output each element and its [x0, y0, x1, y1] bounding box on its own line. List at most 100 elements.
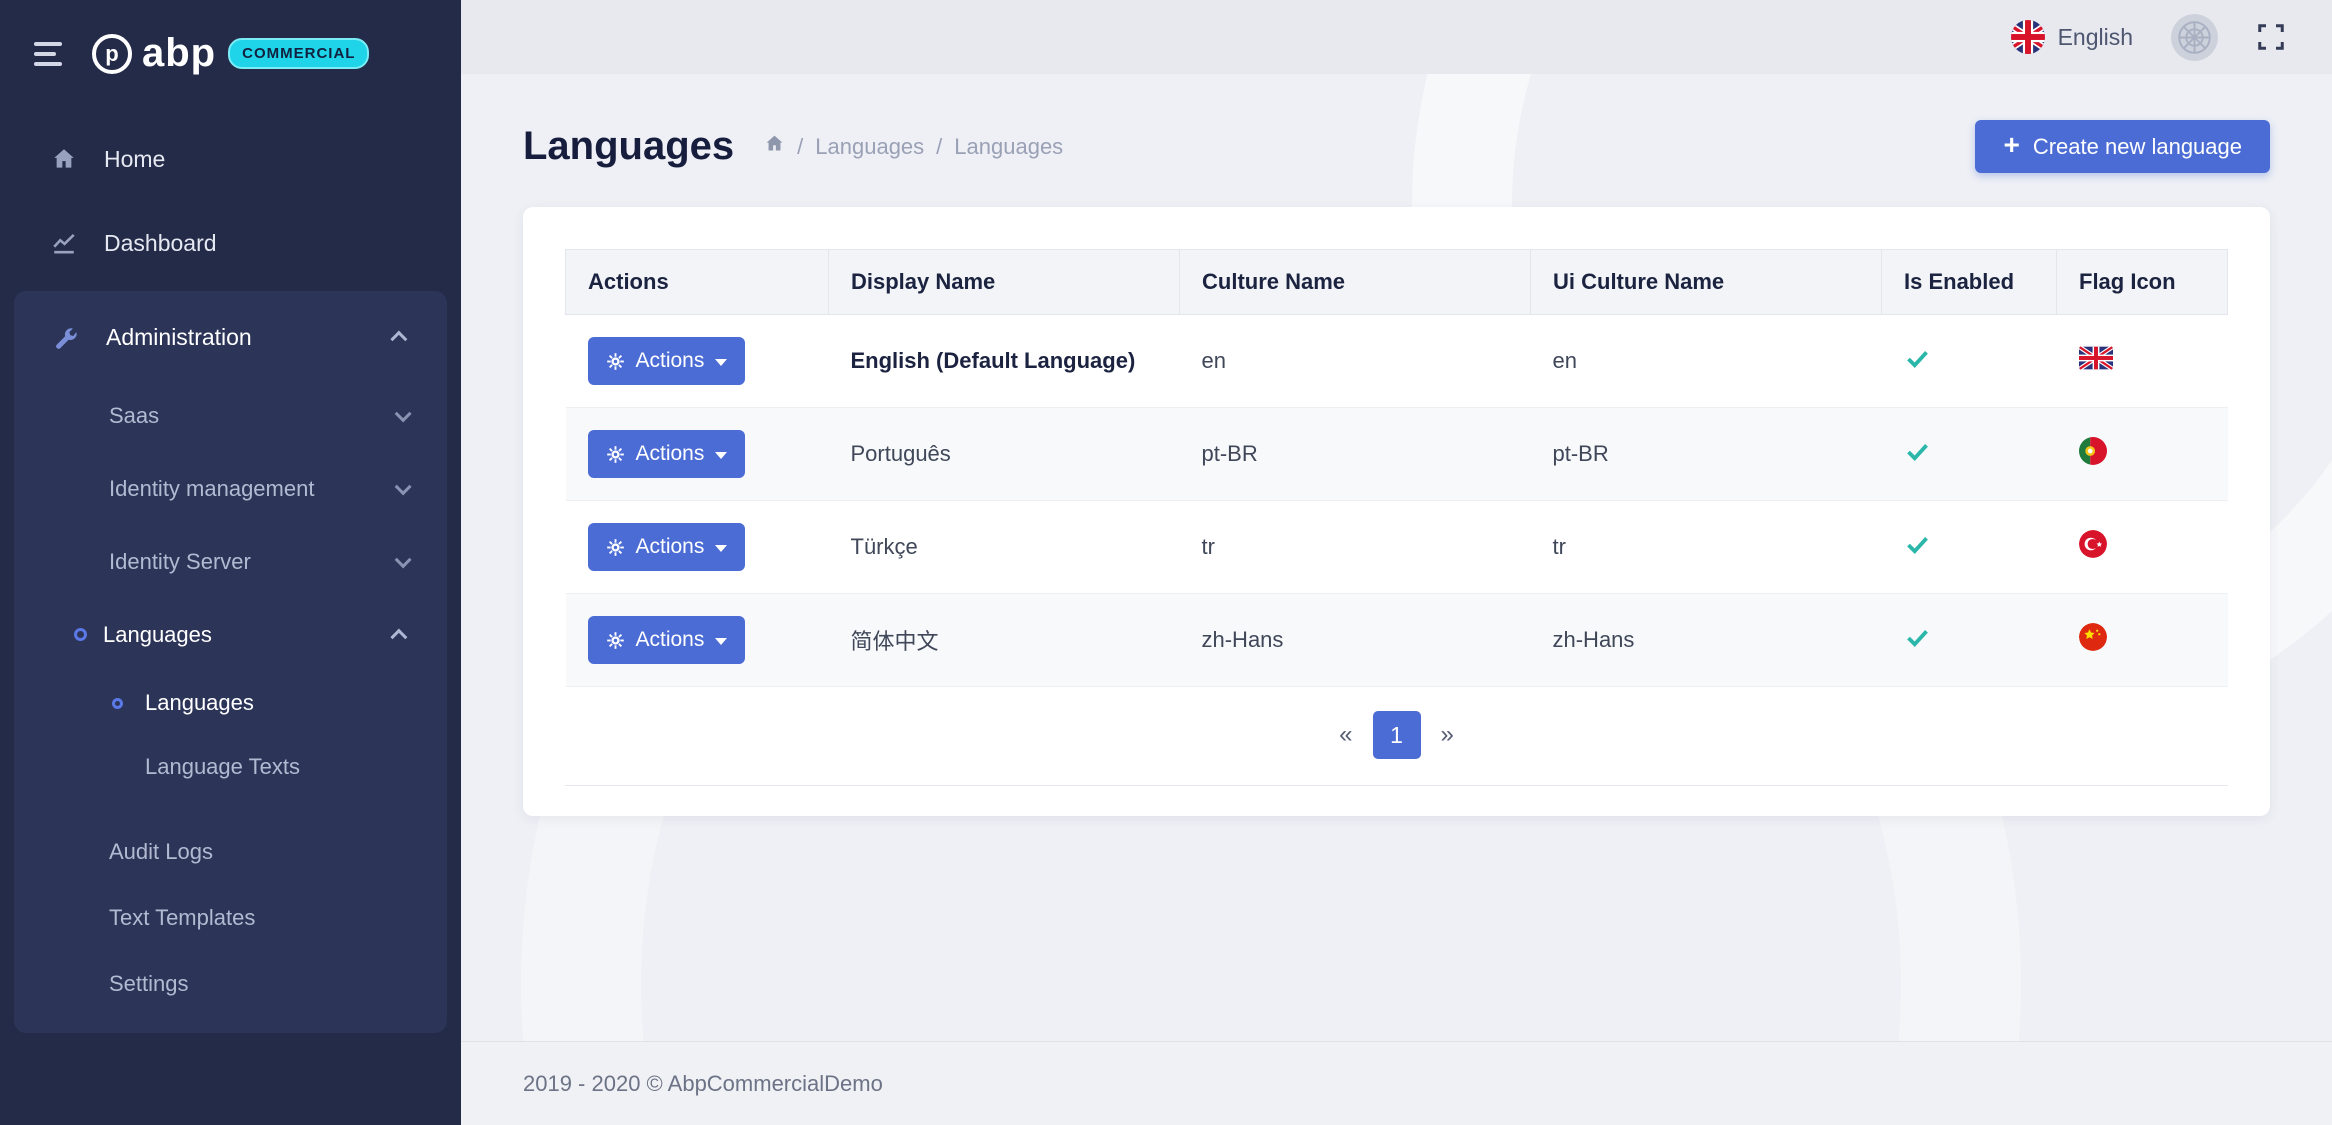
culture-name-cell: zh-Hans — [1180, 594, 1531, 687]
pagination-page-1[interactable]: 1 — [1373, 711, 1421, 759]
table-row: Actions Türkçe tr tr — [566, 501, 2228, 594]
sidebar-item-settings[interactable]: Settings — [14, 951, 447, 1017]
sidebar-item-label: Identity Server — [109, 549, 251, 575]
is-enabled-cell — [1882, 315, 2057, 408]
breadcrumb-home-icon[interactable] — [764, 133, 785, 160]
sidebar-item-label: Identity management — [109, 476, 314, 502]
topbar: English — [461, 0, 2332, 74]
sidebar-item-languages[interactable]: Languages — [14, 598, 447, 671]
sidebar-item-identity-server[interactable]: Identity Server — [14, 525, 447, 598]
gear-icon — [606, 538, 625, 557]
display-name-cell: 简体中文 — [829, 594, 1180, 687]
breadcrumb-item[interactable]: Languages — [815, 134, 924, 160]
sidebar-item-label: Settings — [109, 971, 189, 997]
ui-culture-name-cell: zh-Hans — [1531, 594, 1882, 687]
sidebar: p abp COMMERCIAL Home Dashboard Administ… — [0, 0, 461, 1125]
page-header: Languages / Languages / Languages + Crea… — [523, 120, 2270, 173]
fullscreen-icon[interactable] — [2256, 22, 2286, 52]
column-header-culture-name: Culture Name — [1180, 250, 1531, 315]
footer: 2019 - 2020 © AbpCommercialDemo — [461, 1041, 2332, 1125]
language-selector[interactable]: English — [2011, 20, 2133, 54]
dashboard-icon — [50, 230, 78, 256]
column-header-actions: Actions — [566, 250, 829, 315]
sidebar-item-identity-management[interactable]: Identity management — [14, 452, 447, 525]
breadcrumb-separator: / — [936, 134, 942, 160]
sidebar-item-saas[interactable]: Saas — [14, 379, 447, 452]
sidebar-item-label: Languages — [145, 690, 254, 716]
display-name-cell: English (Default Language) — [851, 348, 1136, 373]
sidebar-item-label: Languages — [103, 622, 212, 648]
flag-cell — [2057, 315, 2228, 408]
sidebar-item-audit-logs[interactable]: Audit Logs — [14, 819, 447, 885]
check-icon — [1904, 531, 1931, 558]
abp-logo[interactable]: p abp COMMERCIAL — [92, 31, 369, 76]
actions-button[interactable]: Actions — [588, 337, 746, 385]
chevron-up-icon — [390, 331, 407, 348]
abp-logo-icon: p — [92, 34, 132, 74]
sidebar-item-languages-child[interactable]: Languages — [14, 671, 447, 735]
actions-button-label: Actions — [636, 349, 705, 373]
caret-down-icon — [715, 452, 727, 459]
chevron-down-icon — [395, 405, 412, 422]
sidebar-item-label: Text Templates — [109, 905, 255, 931]
portugal-flag-icon — [2079, 437, 2107, 465]
copyright-text: 2019 - 2020 © AbpCommercialDemo — [523, 1071, 883, 1097]
sidebar-menu: Home Dashboard Administration Saas Ident… — [0, 117, 461, 1033]
caret-down-icon — [715, 545, 727, 552]
pagination-prev[interactable]: « — [1323, 721, 1368, 749]
actions-button[interactable]: Actions — [588, 430, 746, 478]
sidebar-item-label: Administration — [106, 324, 252, 351]
sidebar-item-administration[interactable]: Administration — [14, 295, 447, 379]
table-row: Actions Português pt-BR pt-BR — [566, 408, 2228, 501]
culture-name-cell: en — [1180, 315, 1531, 408]
culture-name-cell: pt-BR — [1180, 408, 1531, 501]
user-avatar[interactable] — [2171, 14, 2218, 61]
active-bullet-icon — [112, 698, 123, 709]
is-enabled-cell — [1882, 501, 2057, 594]
turkey-flag-icon — [2079, 530, 2107, 558]
column-header-ui-culture-name: Ui Culture Name — [1531, 250, 1882, 315]
language-label: English — [2058, 24, 2133, 51]
sidebar-item-label: Home — [104, 146, 165, 173]
gear-icon — [606, 445, 625, 464]
column-header-display-name: Display Name — [829, 250, 1180, 315]
caret-down-icon — [715, 638, 727, 645]
sidebar-item-home[interactable]: Home — [0, 117, 461, 201]
table-row: Actions 简体中文 zh-Hans zh-Hans — [566, 594, 2228, 687]
chevron-down-icon — [395, 551, 412, 568]
breadcrumb-item[interactable]: Languages — [954, 134, 1063, 160]
ui-culture-name-cell: pt-BR — [1531, 408, 1882, 501]
breadcrumb: / Languages / Languages — [764, 133, 1063, 160]
sidebar-item-dashboard[interactable]: Dashboard — [0, 201, 461, 285]
check-icon — [1904, 624, 1931, 651]
chevron-up-icon — [390, 628, 407, 645]
display-name-cell: Português — [829, 408, 1180, 501]
actions-button[interactable]: Actions — [588, 523, 746, 571]
content-area: Languages / Languages / Languages + Crea… — [461, 74, 2332, 1041]
sidebar-item-label: Saas — [109, 403, 159, 429]
pagination: « 1 » — [565, 687, 2228, 786]
sidebar-header: p abp COMMERCIAL — [0, 0, 461, 107]
column-header-is-enabled: Is Enabled — [1882, 250, 2057, 315]
ui-culture-name-cell: tr — [1531, 501, 1882, 594]
actions-button-label: Actions — [636, 442, 705, 466]
ui-culture-name-cell: en — [1531, 315, 1882, 408]
actions-button[interactable]: Actions — [588, 616, 746, 664]
check-icon — [1904, 438, 1931, 465]
sidebar-item-language-texts[interactable]: Language Texts — [14, 735, 447, 799]
culture-name-cell: tr — [1180, 501, 1531, 594]
flag-cell — [2057, 408, 2228, 501]
flag-cell — [2057, 501, 2228, 594]
uk-flag-icon — [2079, 346, 2113, 370]
languages-table: Actions Display Name Culture Name Ui Cul… — [565, 249, 2228, 687]
pagination-next[interactable]: » — [1425, 721, 1470, 749]
sidebar-item-text-templates[interactable]: Text Templates — [14, 885, 447, 951]
actions-button-label: Actions — [636, 535, 705, 559]
create-new-language-button[interactable]: + Create new language — [1975, 120, 2270, 173]
display-name-cell: Türkçe — [829, 501, 1180, 594]
chevron-down-icon — [395, 478, 412, 495]
menu-spacer — [14, 799, 447, 819]
hamburger-menu-icon[interactable] — [34, 42, 62, 66]
administration-group: Administration Saas Identity management … — [14, 291, 447, 1033]
check-icon — [1904, 345, 1931, 372]
